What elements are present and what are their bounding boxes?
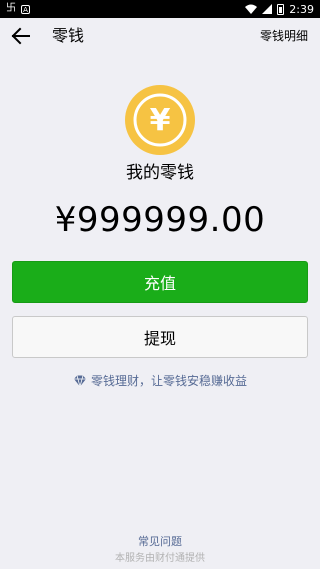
wifi-icon [245, 4, 258, 14]
battery-icon [277, 3, 285, 15]
wealth-promo-link[interactable]: 零钱理财，让零钱安稳赚收益 [0, 372, 320, 389]
provider-note: 本服务由财付通提供 [115, 553, 205, 564]
status-bar-left: 卐 A [6, 4, 30, 14]
app-notification-icon: 卐 [6, 3, 16, 14]
diamond-icon [73, 374, 86, 387]
topup-button[interactable]: 充值 [12, 261, 308, 303]
faq-link[interactable]: 常见问题 [0, 533, 320, 549]
status-time: 2:39 [289, 2, 314, 16]
change-details-link[interactable]: 零钱明细 [260, 28, 308, 44]
page-title: 零钱 [52, 26, 85, 45]
status-bar-right: 2:39 [245, 3, 314, 16]
coin-symbol: ¥ [150, 103, 171, 138]
balance-amount: ¥999999.00 [54, 200, 266, 240]
back-arrow-icon[interactable] [10, 26, 32, 46]
status-bar: 卐 A 2:39 [0, 0, 320, 18]
text-icon: A [21, 4, 30, 14]
wallet-label: 我的零钱 [126, 163, 194, 183]
promo-text: 零钱理财，让零钱安稳赚收益 [90, 374, 247, 388]
top-bar: 零钱 零钱明细 [0, 18, 320, 54]
coin-icon: ¥ [125, 85, 195, 155]
signal-icon [262, 4, 273, 14]
withdraw-button[interactable]: 提现 [12, 316, 308, 358]
